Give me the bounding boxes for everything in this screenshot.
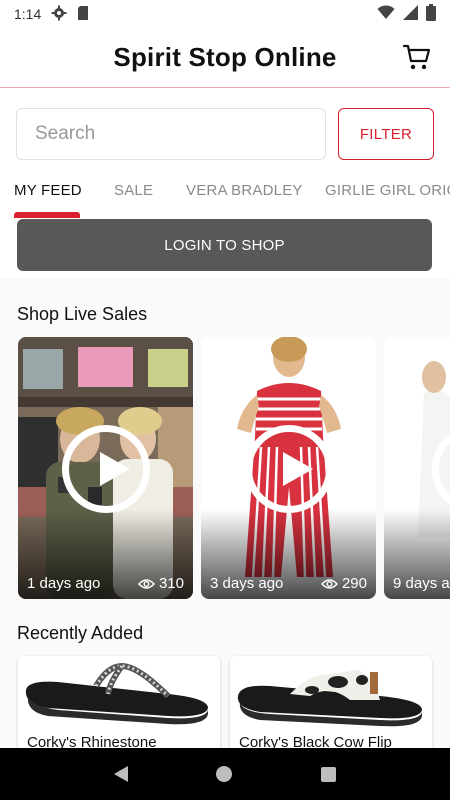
product-image <box>237 670 422 727</box>
status-bar: 1:14 <box>0 0 450 28</box>
product-image <box>25 662 209 725</box>
live-sales-title: Shop Live Sales <box>17 304 148 324</box>
eye-icon <box>137 578 155 589</box>
tab-sale[interactable]: SALE <box>114 182 153 199</box>
cart-button[interactable] <box>402 42 432 72</box>
system-nav-bar <box>0 748 450 800</box>
card-date: 3 days ago <box>210 575 284 592</box>
cart-icon <box>402 44 431 70</box>
gear-icon <box>51 5 67 24</box>
card-date: 1 days ago <box>27 575 101 592</box>
signal-icon <box>403 5 418 23</box>
recently-added-title: Recently Added <box>17 623 144 643</box>
search-input[interactable]: Search <box>16 108 326 160</box>
wifi-icon <box>377 5 395 23</box>
card-view-count: 290 <box>320 575 367 592</box>
eye-icon <box>320 578 338 589</box>
live-sale-card[interactable]: 3 days ago 290 <box>201 337 376 599</box>
status-time: 1:14 <box>14 6 42 22</box>
tab-girlie-girl-originals[interactable]: GIRLIE GIRL ORIG <box>325 182 450 199</box>
tab-vera-bradley[interactable]: VERA BRADLEY <box>186 182 303 199</box>
product-card[interactable]: Corky's Rhinestone <box>18 656 220 756</box>
app-header: Spirit Stop Online <box>0 28 450 88</box>
card-date: 9 days a <box>393 575 450 592</box>
view-count: 310 <box>158 575 184 592</box>
recents-icon[interactable] <box>320 766 336 782</box>
play-icon[interactable] <box>244 425 333 513</box>
category-tabs: MY FEED SALE VERA BRADLEY GIRLIE GIRL OR… <box>0 172 450 218</box>
search-row: Search FILTER <box>16 108 434 160</box>
battery-icon <box>426 4 436 24</box>
login-to-shop-button[interactable]: LOGIN TO SHOP <box>17 219 432 271</box>
filter-button[interactable]: FILTER <box>338 108 434 160</box>
active-tab-indicator <box>14 212 80 218</box>
play-icon[interactable] <box>61 425 150 513</box>
view-count: 290 <box>341 575 367 592</box>
live-sale-card[interactable]: 1 days ago 310 <box>18 337 193 599</box>
live-sale-card[interactable]: 9 days a <box>384 337 450 599</box>
app-title: Spirit Stop Online <box>113 42 337 72</box>
sd-card-icon <box>77 5 89 24</box>
product-card[interactable]: Corky's Black Cow Flip <box>230 656 432 756</box>
home-icon[interactable] <box>216 766 233 782</box>
back-icon[interactable] <box>114 766 129 782</box>
tab-my-feed[interactable]: MY FEED <box>14 182 82 199</box>
card-view-count: 310 <box>137 575 184 592</box>
